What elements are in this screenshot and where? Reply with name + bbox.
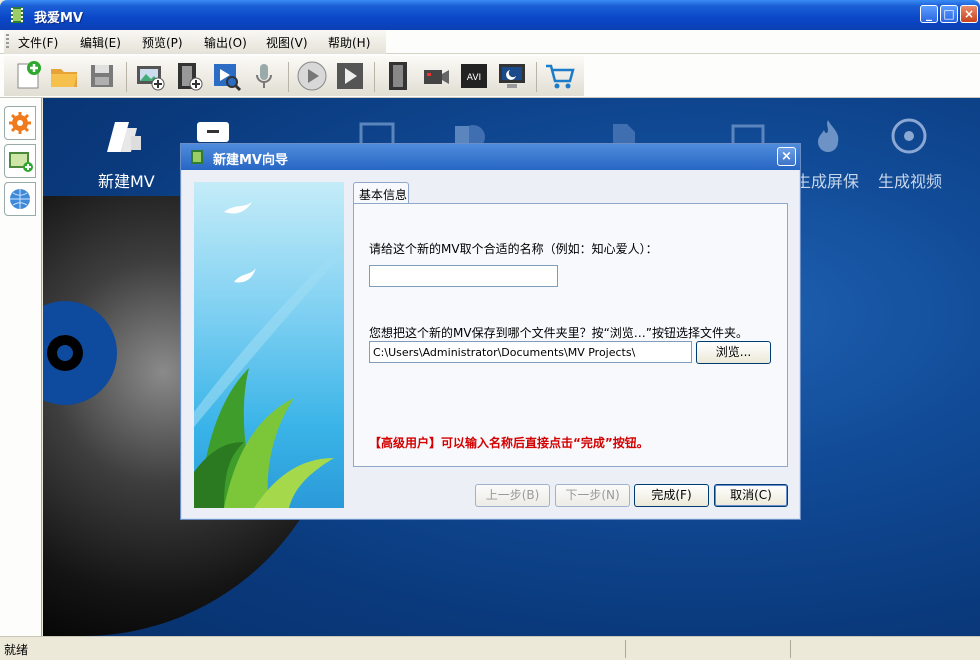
save-icon[interactable] [86,60,118,92]
status-text: 就绪 [4,643,29,657]
status-bar: 就绪 [0,636,980,660]
prev-step-button[interactable]: 上一步(B) [475,484,550,507]
wizard-side-illustration [194,182,344,508]
play-icon[interactable] [296,60,328,92]
menu-file[interactable]: 文件(F) [18,34,58,51]
app-film-icon [11,7,23,23]
menu-view[interactable]: 视图(V) [266,34,308,51]
flame-icon[interactable] [813,118,843,154]
close-button[interactable]: × [960,5,978,23]
sky-leaves-illustration [194,202,344,508]
globe-icon [10,189,30,209]
folder-path-input[interactable] [369,341,692,363]
advanced-user-hint: 【高级用户】可以输入名称后直接点击“完成”按钮。 [369,436,649,450]
title-bar: 我爱MV _ □ × [0,0,980,30]
tab-basic-info[interactable]: 基本信息 [353,182,409,203]
add-video-icon[interactable] [172,60,204,92]
folder-prompt: 您想把这个新的MV保存到哪个文件夹里？按“浏览…”按钮选择文件夹。 [369,326,748,340]
camera-icon[interactable] [420,60,452,92]
find-media-icon[interactable] [210,60,242,92]
toolbar: AVI [0,54,980,98]
new-project-icon[interactable] [12,60,44,92]
status-cell [625,640,725,658]
screensaver-icon[interactable] [496,60,528,92]
film-strip-icon[interactable] [382,60,414,92]
gear-icon [9,112,31,134]
toolbar-separator [374,62,375,92]
menu-grip-icon [6,34,9,50]
menu-preview[interactable]: 预览(P) [142,34,183,51]
maximize-button[interactable]: □ [940,5,958,23]
dialog-title: 新建MV向导 [213,153,288,168]
side-tab-images[interactable] [4,144,36,178]
vinyl-disc-icon [43,301,117,405]
toolbar-strip: AVI [4,56,584,96]
generate-screensaver-label[interactable]: 生成屏保 [795,168,859,192]
finish-button[interactable]: 完成(F) [634,484,709,507]
cancel-button[interactable]: 取消(C) [714,484,788,507]
menu-bar-strip: 文件(F) 编辑(E) 预览(P) 输出(O) 视图(V) 帮助(H) [4,30,386,54]
next-step-button[interactable]: 下一步(N) [555,484,630,507]
avi-icon-label: AVI [467,73,481,83]
basic-info-panel: 请给这个新的MV取个合适的名称（例如：知心爱人）： 您想把这个新的MV保存到哪个… [353,203,788,467]
dialog-title-bar[interactable]: 新建MV向导 × [181,144,800,170]
add-image-icon [9,152,33,172]
avi-icon[interactable]: AVI [458,60,490,92]
microphone-icon[interactable] [248,60,280,92]
minimize-button[interactable]: _ [920,5,938,23]
new-mv-label[interactable]: 新建MV [98,168,155,192]
toolbar-separator [126,62,127,92]
mv-name-input[interactable] [369,265,558,287]
cart-icon[interactable] [544,60,576,92]
film-icon [191,150,203,164]
side-tab-settings[interactable] [4,106,36,140]
dialog-close-button[interactable]: × [777,147,796,166]
add-image-icon[interactable] [134,60,166,92]
toolbar-separator [536,62,537,92]
video-disc-icon[interactable] [891,118,927,154]
open-folder-icon[interactable] [48,60,80,92]
side-tab-web[interactable] [4,182,36,216]
menu-edit[interactable]: 编辑(E) [80,34,121,51]
menu-output[interactable]: 输出(O) [204,34,247,51]
name-prompt: 请给这个新的MV取个合适的名称（例如：知心爱人）： [369,242,658,256]
browse-button[interactable]: 浏览... [696,341,771,364]
tab-basic-info-label: 基本信息 [359,188,408,202]
new-mv-wizard-dialog: 新建MV向导 × 基本信息 请给这个新的MV取个合适的名称（例如：知心爱人）： … [180,143,801,520]
new-mv-big-icon[interactable] [103,118,143,154]
menu-help[interactable]: 帮助(H) [328,34,370,51]
status-cell [790,640,890,658]
window-title: 我爱MV [34,11,83,26]
menu-bar: 文件(F) 编辑(E) 预览(P) 输出(O) 视图(V) 帮助(H) [0,30,980,54]
side-tab-panel [0,98,42,636]
toolbar-separator [288,62,289,92]
generate-video-label[interactable]: 生成视频 [878,168,942,192]
play-next-icon[interactable] [334,60,366,92]
